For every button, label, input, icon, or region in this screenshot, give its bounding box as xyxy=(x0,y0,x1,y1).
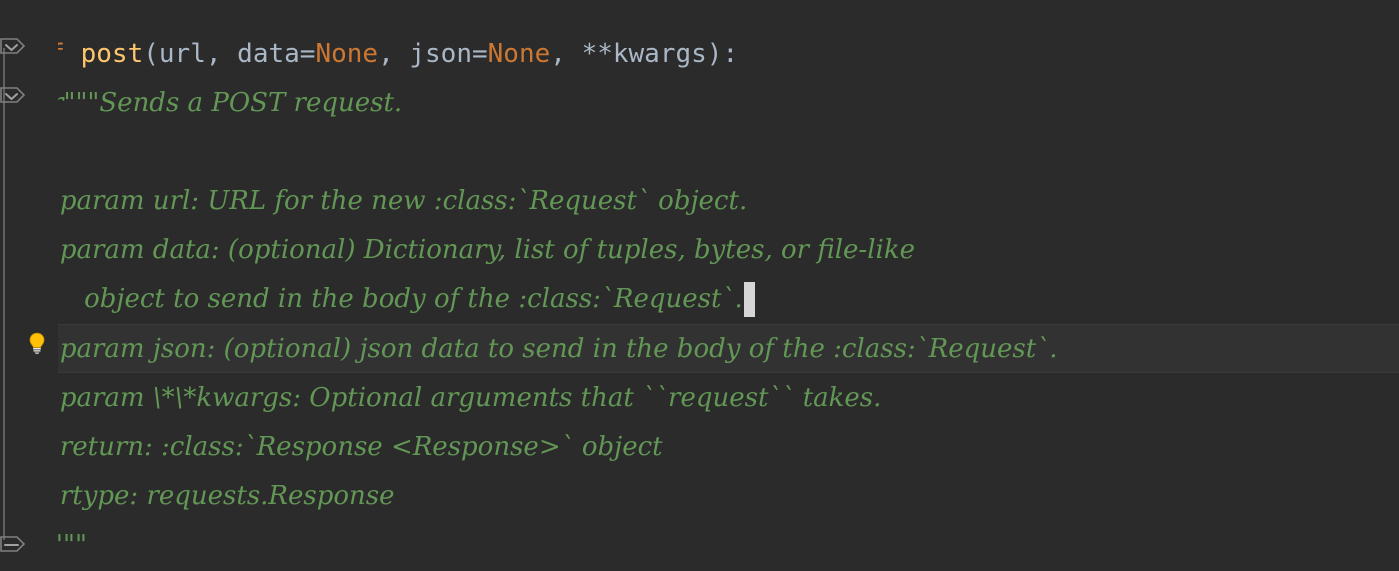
code-line[interactable]: :param data: (optional) Dictionary, list… xyxy=(0,226,1399,275)
code-line[interactable]: object to send in the body of the :class… xyxy=(0,275,1399,324)
code-token-doc: :return: :class:`Response <Response>` ob… xyxy=(18,432,663,462)
code-line[interactable]: :param url: URL for the new :class:`Requ… xyxy=(0,177,1399,226)
code-line[interactable] xyxy=(0,128,1399,177)
code-line-text: :param \*\*kwargs: Optional arguments th… xyxy=(18,374,881,423)
code-token-plain: (url, data= xyxy=(143,39,316,69)
code-line-text: :return: :class:`Response <Response>` ob… xyxy=(18,423,663,472)
code-line[interactable]: def post(url, data=None, json=None, **kw… xyxy=(0,30,1399,79)
code-token-fn: post xyxy=(80,39,144,69)
code-line[interactable]: r"""Sends a POST request. xyxy=(0,79,1399,128)
fold-handle-docstring-end[interactable] xyxy=(0,530,26,552)
code-line-text: :rtype: requests.Response xyxy=(18,472,395,521)
code-token-plain: , **kwargs): xyxy=(550,39,739,69)
code-line[interactable]: :rtype: requests.Response xyxy=(0,472,1399,521)
fold-handle-def[interactable] xyxy=(0,38,26,60)
code-line-text: object to send in the body of the :class… xyxy=(18,275,743,324)
code-line-text: r"""Sends a POST request. xyxy=(18,79,402,128)
code-token-doc: :param url: URL for the new :class:`Requ… xyxy=(18,186,748,216)
code-token-kw: None xyxy=(487,39,551,69)
code-text-area[interactable]: def post(url, data=None, json=None, **kw… xyxy=(0,0,1399,571)
code-token-doc: :param \*\*kwargs: Optional arguments th… xyxy=(18,383,882,413)
code-token-doc: :rtype: requests.Response xyxy=(18,481,395,511)
code-line-text: def post(url, data=None, json=None, **kw… xyxy=(18,30,738,79)
code-line[interactable]: :param json: (optional) json data to sen… xyxy=(0,324,1399,373)
code-token-plain: , json= xyxy=(378,39,488,69)
code-editor[interactable]: def post(url, data=None, json=None, **kw… xyxy=(0,0,1399,571)
fold-region-line xyxy=(3,48,5,540)
code-line-text: :param url: URL for the new :class:`Requ… xyxy=(18,177,747,226)
code-token-doc: r"""Sends a POST request. xyxy=(18,88,403,118)
fold-handle-docstring[interactable] xyxy=(0,87,26,109)
code-line[interactable]: :param \*\*kwargs: Optional arguments th… xyxy=(0,374,1399,423)
code-line[interactable]: :return: :class:`Response <Response>` ob… xyxy=(0,423,1399,472)
code-line-text: :param data: (optional) Dictionary, list… xyxy=(18,226,915,275)
code-token-doc: object to send in the body of the :class… xyxy=(18,284,743,314)
code-token-kw: None xyxy=(315,39,379,69)
code-line-text: :param json: (optional) json data to sen… xyxy=(18,325,1057,374)
editor-gutter[interactable] xyxy=(0,0,58,571)
code-token-doc: :param json: (optional) json data to sen… xyxy=(18,334,1058,364)
intention-bulb[interactable] xyxy=(24,330,50,356)
text-caret xyxy=(743,282,755,317)
code-line[interactable]: """ xyxy=(0,521,1399,570)
code-token-doc: :param data: (optional) Dictionary, list… xyxy=(18,235,915,265)
